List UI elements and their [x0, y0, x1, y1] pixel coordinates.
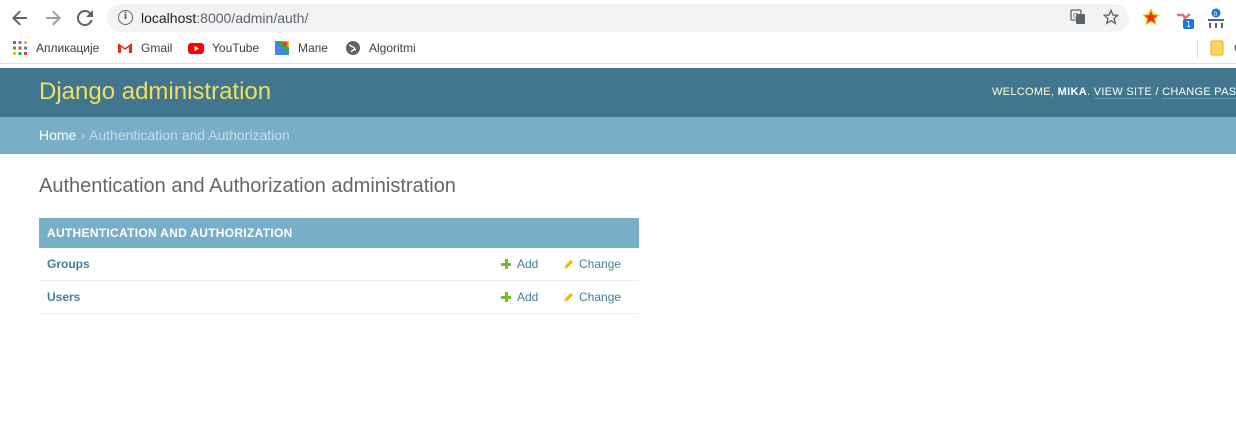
address-bar[interactable]: i localhost:8000/admin/auth/ G — [107, 4, 1129, 32]
view-site-link[interactable]: VIEW SITE — [1093, 86, 1153, 99]
change-users-button[interactable]: Change — [563, 290, 621, 304]
reload-icon — [77, 10, 93, 26]
svg-text:0: 0 — [1214, 11, 1218, 18]
change-label: Change — [579, 290, 622, 304]
bookmark-algoritmi[interactable]: Algoritmi — [345, 40, 416, 56]
admin-header: Django administration WELCOME, MIKA. VIE… — [0, 68, 1236, 117]
pencil-icon — [563, 259, 574, 269]
browser-toolbar: i localhost:8000/admin/auth/ G 1 0 — [0, 0, 1236, 35]
bookmark-youtube[interactable]: YouTube — [188, 40, 259, 56]
change-password-link[interactable]: CHANGE PASSW — [1162, 86, 1236, 99]
extension-star-icon[interactable] — [1142, 8, 1162, 28]
model-link-groups[interactable]: Groups — [47, 257, 90, 271]
pencil-icon — [563, 292, 574, 302]
globe-icon — [345, 40, 361, 56]
site-branding[interactable]: Django administration — [39, 78, 271, 106]
change-label: Change — [579, 257, 622, 271]
bookmark-folder[interactable]: C — [1210, 40, 1236, 56]
bookmark-label: Algoritmi — [369, 41, 416, 55]
forward-button[interactable] — [42, 7, 64, 29]
username: MIKA — [1057, 86, 1087, 98]
module-caption[interactable]: AUTHENTICATION AND AUTHORIZATION — [39, 218, 639, 248]
bookmark-maps[interactable]: Мапе — [274, 40, 328, 56]
add-label: Add — [517, 257, 539, 271]
extension-network-icon[interactable]: 0 — [1206, 8, 1226, 28]
maps-icon — [274, 40, 290, 56]
user-tools: WELCOME, MIKA. VIEW SITE / CHANGE PASSW — [992, 86, 1236, 99]
breadcrumb: Home › Authentication and Authorization — [0, 117, 1236, 154]
browser-chrome: i localhost:8000/admin/auth/ G 1 0 Аплик… — [0, 0, 1236, 68]
breadcrumb-separator: › — [80, 127, 86, 143]
bookmark-label: Мапе — [298, 41, 328, 55]
arrow-right-icon — [46, 10, 61, 26]
arrow-left-icon — [12, 10, 27, 26]
info-icon[interactable]: i — [118, 10, 133, 25]
svg-text:1: 1 — [1186, 20, 1191, 29]
bookmark-label: Gmail — [141, 41, 173, 55]
bookmarks-bar: Апликације Gmail YouTube Мапе Algoritmi — [0, 35, 1236, 64]
star-bookmark-icon[interactable] — [1102, 8, 1120, 27]
url-text[interactable]: localhost:8000/admin/auth/ — [141, 10, 308, 26]
user-tools-separator: / — [1152, 86, 1163, 98]
plus-icon — [501, 259, 511, 269]
bookmark-apps[interactable]: Апликације — [12, 40, 99, 56]
bookmarks-divider — [1197, 40, 1198, 58]
url-path: :8000/admin/auth/ — [196, 10, 309, 26]
translate-icon[interactable]: G — [1069, 9, 1087, 27]
plus-icon — [501, 292, 511, 302]
add-label: Add — [517, 290, 539, 304]
bookmark-gmail[interactable]: Gmail — [117, 40, 172, 56]
folder-icon — [1210, 40, 1226, 56]
bookmark-label: YouTube — [212, 41, 260, 55]
youtube-icon — [188, 40, 204, 56]
svg-text:G: G — [1073, 12, 1078, 20]
breadcrumb-home-link[interactable]: Home — [39, 127, 76, 143]
bookmark-label: Апликације — [36, 41, 100, 55]
welcome-text: WELCOME, — [992, 86, 1058, 98]
model-link-users[interactable]: Users — [47, 290, 80, 304]
gmail-icon — [117, 40, 133, 56]
change-groups-button[interactable]: Change — [563, 257, 621, 271]
add-users-button[interactable]: Add — [501, 290, 538, 304]
reload-button[interactable] — [74, 7, 96, 29]
back-button[interactable] — [9, 7, 31, 29]
page-title: Authentication and Authorization adminis… — [39, 175, 456, 197]
url-host: localhost — [141, 10, 197, 26]
add-groups-button[interactable]: Add — [501, 257, 538, 271]
table-row: Users Add Change — [39, 281, 639, 314]
apps-grid-icon — [12, 40, 28, 56]
table-row: Groups Add Change — [39, 248, 639, 281]
app-module: AUTHENTICATION AND AUTHORIZATION Groups … — [39, 218, 639, 314]
extension-badge-icon[interactable]: 1 — [1174, 8, 1194, 29]
breadcrumb-current: Authentication and Authorization — [89, 127, 290, 143]
